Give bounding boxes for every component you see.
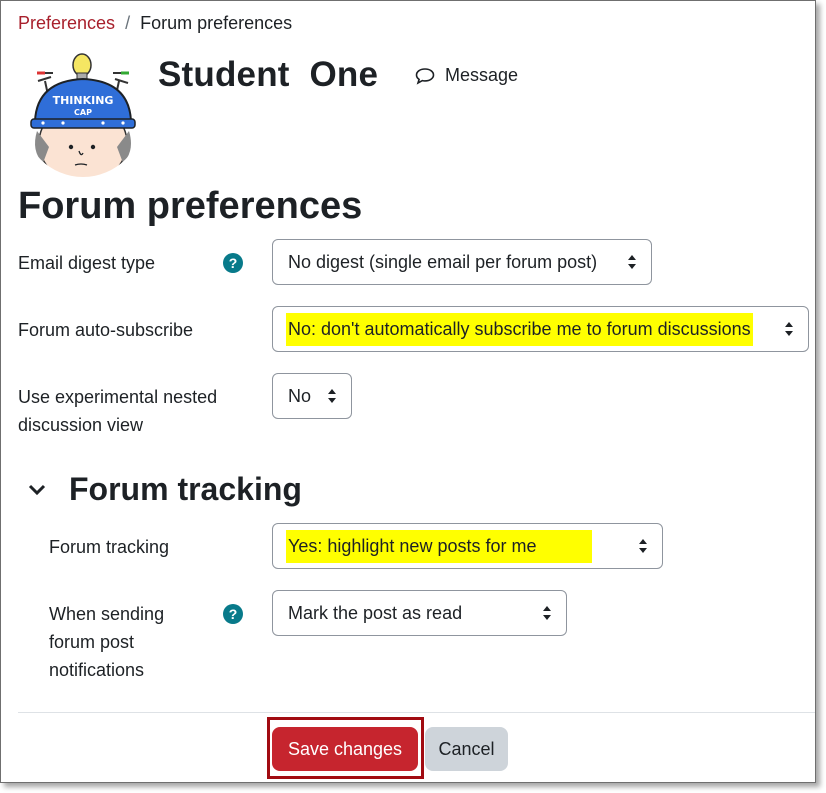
email-digest-value: No digest (single email per forum post): [288, 251, 598, 272]
cancel-button[interactable]: Cancel: [425, 727, 508, 771]
speech-bubble-icon: [415, 67, 435, 85]
save-changes-button[interactable]: Save changes: [272, 727, 418, 771]
message-link-label: Message: [445, 65, 519, 85]
sort-arrows-icon: [639, 539, 647, 553]
breadcrumb-separator: /: [125, 13, 131, 33]
breadcrumb: Preferences / Forum preferences: [18, 13, 292, 34]
forum-tracking-section-toggle[interactable]: Forum tracking: [27, 471, 302, 508]
nested-view-value: No: [288, 385, 312, 406]
nested-view-select[interactable]: No: [272, 373, 352, 419]
notifications-label-line2: forum post: [49, 632, 135, 652]
forum-tracking-value: Yes: highlight new posts for me: [286, 529, 593, 563]
avatar[interactable]: THINKING CAP: [23, 51, 143, 179]
sort-arrows-icon: [543, 606, 551, 620]
sort-arrows-icon: [785, 322, 793, 336]
forum-tracking-select[interactable]: Yes: highlight new posts for me: [272, 523, 663, 569]
sort-arrows-icon: [628, 255, 636, 269]
notifications-label-line3: notifications: [49, 660, 145, 680]
auto-subscribe-select[interactable]: No: don't automatically subscribe me to …: [272, 306, 809, 352]
notifications-select[interactable]: Mark the post as read: [272, 590, 567, 636]
nested-view-label: Use experimental nested discussion view: [18, 383, 217, 439]
chevron-down-icon: [28, 484, 46, 495]
auto-subscribe-value: No: don't automatically subscribe me to …: [286, 312, 753, 346]
avatar-text-thinking: THINKING: [53, 94, 114, 107]
sort-arrows-icon: [328, 389, 336, 403]
form-footer-divider: [18, 712, 815, 713]
forum-tracking-label: Forum tracking: [49, 537, 170, 557]
email-digest-select[interactable]: No digest (single email per forum post): [272, 239, 652, 285]
email-digest-label: Email digest type: [18, 253, 156, 273]
nested-view-label-line1: Use experimental nested: [18, 387, 218, 407]
nested-view-label-line2: discussion view: [18, 415, 144, 435]
notifications-help-icon[interactable]: ?: [223, 604, 243, 624]
avatar-text-cap: CAP: [74, 108, 92, 117]
forum-tracking-section-title: Forum tracking: [69, 471, 302, 507]
window-frame: Preferences / Forum preferences THINKING…: [0, 0, 816, 783]
user-full-name: Student One: [158, 55, 379, 94]
email-digest-help-icon[interactable]: ?: [223, 253, 243, 273]
message-user-link[interactable]: Message: [415, 65, 518, 86]
notifications-label: When sending forum post notifications: [49, 600, 164, 684]
breadcrumb-current: Forum preferences: [140, 13, 293, 33]
breadcrumb-preferences-link[interactable]: Preferences: [18, 13, 115, 34]
notifications-value: Mark the post as read: [288, 602, 463, 623]
notifications-label-line1: When sending: [49, 604, 165, 624]
page-title: Forum preferences: [18, 185, 363, 227]
thinking-cap-avatar-image: THINKING CAP: [30, 53, 136, 177]
auto-subscribe-label: Forum auto-subscribe: [18, 320, 194, 340]
